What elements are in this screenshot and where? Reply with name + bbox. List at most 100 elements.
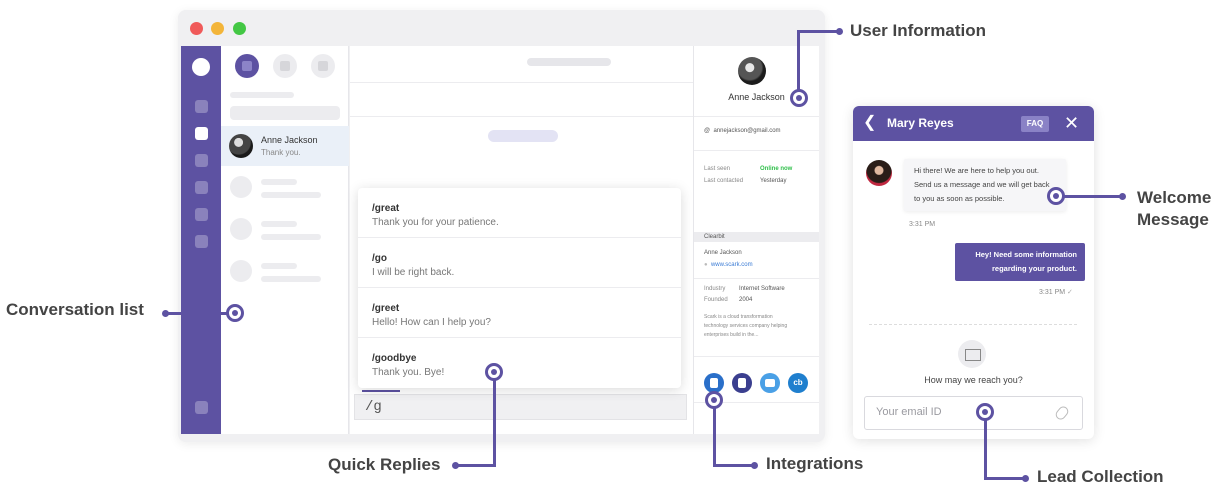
email-value: annejackson@gmail.com: [713, 128, 781, 134]
callout-bullet: [751, 462, 758, 469]
quick-reply-command: /goodbye: [372, 353, 417, 364]
integration-icon-2[interactable]: [732, 373, 752, 393]
nav-icon[interactable]: [195, 154, 208, 167]
integration-glyph-icon: [710, 378, 718, 388]
callout-bullet: [1022, 475, 1029, 482]
integration-icon-clearbit[interactable]: cb: [788, 373, 808, 393]
faq-button[interactable]: FAQ: [1021, 116, 1049, 132]
placeholder-bar: [261, 234, 321, 240]
welcome-line: Hi there! We are here to help you out.: [914, 166, 1039, 175]
settings-icon[interactable]: [195, 401, 208, 414]
website-row: ● www.scark.com: [704, 262, 753, 268]
website-link[interactable]: www.scark.com: [711, 262, 753, 268]
integration-icon-1[interactable]: [704, 373, 724, 393]
callout-marker: [226, 304, 244, 322]
company-description-2: technology services company helping: [704, 323, 788, 329]
close-icon[interactable]: ✕: [1064, 114, 1079, 132]
status-badge: Online now: [760, 166, 793, 172]
avatar: [738, 57, 766, 85]
user-message-line: regarding your product.: [991, 264, 1077, 273]
quick-reply-command: /great: [372, 203, 400, 214]
tab-assigned[interactable]: [273, 54, 297, 78]
user-message-bubble: Hey! Need some information regarding you…: [955, 243, 1085, 281]
user-email: @ annejackson@gmail.com: [704, 128, 781, 134]
message-timestamp: 3:31 PM ✓: [1039, 288, 1073, 296]
profile-avatar[interactable]: [192, 58, 210, 76]
nav-icon[interactable]: [195, 100, 208, 113]
maximize-window-button[interactable]: [233, 22, 246, 35]
divider: [350, 116, 693, 117]
composer-tab-indicator: [362, 390, 400, 392]
minimize-window-button[interactable]: [211, 22, 224, 35]
nav-icon[interactable]: [195, 181, 208, 194]
integration-icon-3[interactable]: [760, 373, 780, 393]
company-description-1: Scark is a cloud transformation: [704, 314, 773, 320]
callout-line: [713, 464, 753, 467]
last-seen-label: Last seen: [704, 166, 731, 172]
callout-lead-collection: Lead Collection: [1037, 467, 1164, 486]
clearbit-section-title: Clearbit: [694, 232, 819, 242]
placeholder-bar: [261, 263, 297, 269]
check-icon: ✓: [1067, 289, 1073, 296]
callout-bullet: [836, 28, 843, 35]
widget-title: Mary Reyes: [887, 116, 954, 130]
callout-line: [1056, 195, 1122, 198]
divider: [694, 150, 819, 151]
quick-reply-item[interactable]: /great Thank you for your patience.: [358, 188, 681, 238]
callout-marker: [705, 391, 723, 409]
divider: [694, 278, 819, 279]
date-pill: [488, 130, 558, 142]
quick-reply-command: /greet: [372, 303, 400, 314]
placeholder-bar: [230, 92, 294, 98]
quick-reply-item[interactable]: /goodbye Thank you. Bye!: [358, 338, 681, 388]
back-chevron-icon[interactable]: ❮: [863, 115, 876, 131]
last-contacted-label: Last contacted: [704, 178, 744, 184]
divider: [694, 116, 819, 117]
callout-user-information: User Information: [850, 21, 987, 40]
callout-bullet: [162, 310, 169, 317]
quick-reply-text: Thank you. Bye!: [372, 367, 445, 378]
quick-reply-item[interactable]: /greet Hello! How can I help you?: [358, 288, 681, 338]
placeholder-bar: [261, 276, 321, 282]
placeholder-bar: [261, 179, 297, 185]
user-message-line: Hey! Need some information: [975, 250, 1077, 259]
integration-glyph-icon: [738, 378, 746, 388]
callout-bullet: [1119, 193, 1126, 200]
callout-line: [984, 477, 1024, 480]
quick-reply-text: I will be right back.: [372, 267, 455, 278]
industry-value: Internet Software: [739, 286, 785, 292]
quick-reply-command: /go: [372, 253, 387, 264]
agent-avatar: [866, 160, 892, 186]
conversation-name: Anne Jackson: [261, 135, 318, 145]
company-description-3: enterprises build in the...: [704, 332, 759, 338]
conversation-item-active[interactable]: Anne Jackson Thank you.: [221, 126, 349, 166]
tab-closed[interactable]: [311, 54, 335, 78]
callout-marker: [1047, 187, 1065, 205]
callout-marker: [790, 89, 808, 107]
chat-header-placeholder: [527, 58, 611, 66]
mail-icon: [958, 340, 986, 368]
quick-replies-popup: /great Thank you for your patience. /go …: [358, 188, 681, 388]
nav-icon[interactable]: [195, 235, 208, 248]
nav-icon-conversations[interactable]: [195, 127, 208, 140]
integration-glyph-icon: [765, 379, 775, 387]
search-input[interactable]: [230, 106, 340, 120]
placeholder-bar: [261, 192, 321, 198]
nav-icon[interactable]: [195, 208, 208, 221]
company-person: Anne Jackson: [704, 250, 742, 256]
last-contacted-value: Yesterday: [760, 178, 787, 184]
callout-bullet: [452, 462, 459, 469]
message-composer-input[interactable]: /g: [354, 394, 687, 420]
placeholder-avatar: [230, 260, 252, 282]
quick-reply-item[interactable]: /go I will be right back.: [358, 238, 681, 288]
tab-open[interactable]: [235, 54, 259, 78]
conversation-preview: Thank you.: [261, 148, 301, 157]
close-window-button[interactable]: [190, 22, 203, 35]
placeholder-avatar: [230, 176, 252, 198]
founded-value: 2004: [739, 297, 753, 303]
window-titlebar: [178, 10, 825, 46]
avatar: [229, 134, 253, 158]
welcome-line: to you as soon as possible.: [914, 194, 1005, 203]
welcome-message-bubble: Hi there! We are here to help you out. S…: [904, 159, 1066, 211]
email-field[interactable]: Your email ID: [864, 396, 1083, 430]
